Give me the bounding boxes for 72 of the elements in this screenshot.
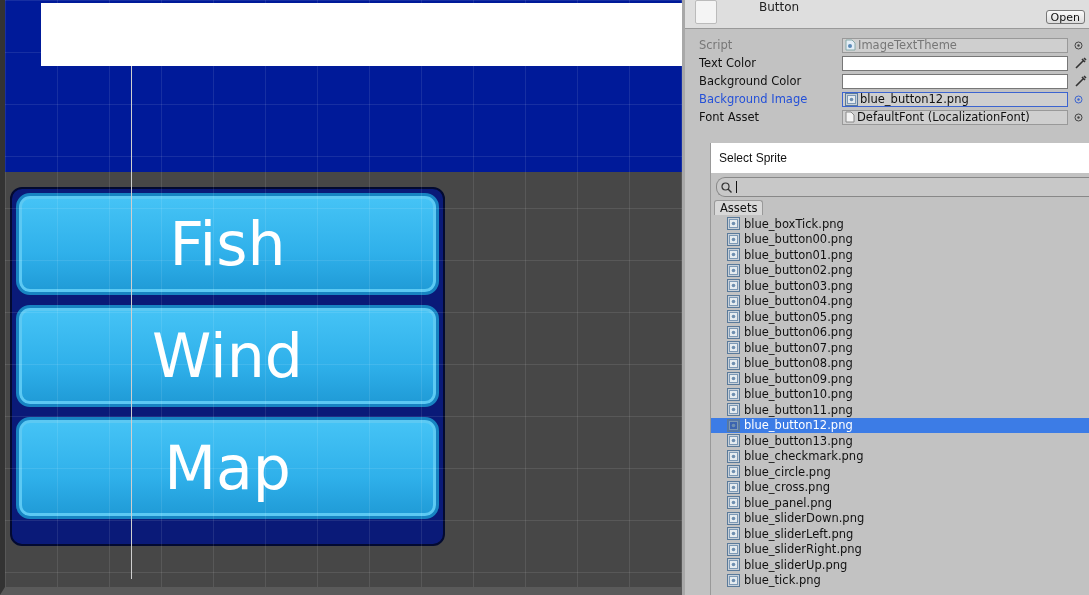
sprite-list-item[interactable]: blue_button08.png [711, 355, 1089, 371]
color-field[interactable] [842, 55, 1068, 71]
eyedropper-icon[interactable] [1074, 56, 1088, 70]
sprite-list-item[interactable]: blue_button10.png [711, 386, 1089, 402]
sprite-list-item[interactable]: blue_button03.png [711, 278, 1089, 294]
sprite-list-item[interactable]: blue_button04.png [711, 293, 1089, 309]
sprite-icon [727, 558, 740, 572]
sprite-list-item[interactable]: blue_button09.png [711, 371, 1089, 387]
sprite-icon [727, 310, 740, 324]
sprite-icon [727, 403, 740, 417]
sprite-icon [727, 294, 740, 308]
component-title: Button [759, 0, 800, 14]
field-value: blue_button12.png [860, 92, 969, 106]
sprite-icon [845, 92, 858, 106]
document-icon [845, 111, 855, 123]
sprite-list-item[interactable]: blue_tick.png [711, 572, 1089, 588]
open-button[interactable]: Open [1045, 10, 1085, 24]
sprite-icon [727, 511, 740, 525]
object-field[interactable]: blue_button12.png [842, 91, 1068, 107]
sprite-list-item[interactable]: blue_boxTick.png [711, 216, 1089, 232]
property-label: Text Color [699, 56, 757, 70]
property-label: Font Asset [699, 110, 761, 124]
sprite-icon [727, 434, 740, 448]
object-picker-icon[interactable] [1074, 40, 1083, 50]
search-icon [721, 181, 732, 193]
sprite-icon [727, 217, 740, 231]
search-field[interactable] [716, 177, 1089, 197]
sprite-list-item[interactable]: blue_button05.png [711, 309, 1089, 325]
sprite-list-item[interactable]: blue_button13.png [711, 433, 1089, 449]
sprite-list-item[interactable]: blue_button01.png [711, 247, 1089, 263]
tab[interactable]: Assets [714, 200, 764, 215]
sprite-list-item[interactable]: blue_sliderUp.png [711, 557, 1089, 573]
color-field[interactable] [842, 73, 1068, 89]
eyedropper-icon[interactable] [1074, 74, 1088, 88]
sprite-icon [727, 372, 740, 386]
sprite-icon [727, 465, 740, 479]
sprite-list-item[interactable]: blue_sliderLeft.png [711, 526, 1089, 542]
sprite-icon [727, 573, 740, 587]
sprite-icon [727, 449, 740, 463]
sprite-list-item[interactable]: blue_button12.png [711, 417, 1089, 433]
sprite-icon [727, 325, 740, 339]
property-label: Script [699, 38, 734, 52]
window-title: Select Sprite [719, 151, 788, 165]
sprite-list-item[interactable]: blue_checkmark.png [711, 448, 1089, 464]
sprite-icon [727, 232, 740, 246]
sprite-icon [727, 480, 740, 494]
sprite-list-item[interactable]: blue_panel.png [711, 495, 1089, 511]
object-field[interactable]: DefaultFont (LocalizationFont) [842, 109, 1068, 125]
sprite-list-item[interactable]: blue_sliderDown.png [711, 510, 1089, 526]
sprite-icon [727, 527, 740, 541]
field-value: DefaultFont (LocalizationFont) [857, 110, 1030, 124]
sprite-list-item[interactable]: blue_cross.png [711, 479, 1089, 495]
sprite-icon [727, 542, 740, 556]
sprite-list-item[interactable]: blue_circle.png [711, 464, 1089, 480]
sprite-list-item[interactable]: blue_button11.png [711, 402, 1089, 418]
sprite-list-item[interactable]: blue_button02.png [711, 262, 1089, 278]
sprite-list-item[interactable]: blue_sliderRight.png [711, 541, 1089, 557]
sprite-icon [727, 356, 740, 370]
sprite-icon [727, 248, 740, 262]
sprite-list-item[interactable]: blue_button06.png [711, 324, 1089, 340]
sprite-list-item[interactable]: blue_button00.png [711, 231, 1089, 247]
script-icon [845, 39, 856, 51]
sprite-icon [727, 496, 740, 510]
file-icon [695, 0, 717, 24]
sprite-list-item[interactable]: blue_button07.png [711, 340, 1089, 356]
sprite-icon [727, 341, 740, 355]
property-label: Background Color [699, 74, 803, 88]
property-label: Background Image [699, 92, 809, 106]
sprite-icon [727, 387, 740, 401]
sprite-icon [727, 263, 740, 277]
sprite-icon [727, 418, 740, 432]
sprite-icon [727, 279, 740, 293]
